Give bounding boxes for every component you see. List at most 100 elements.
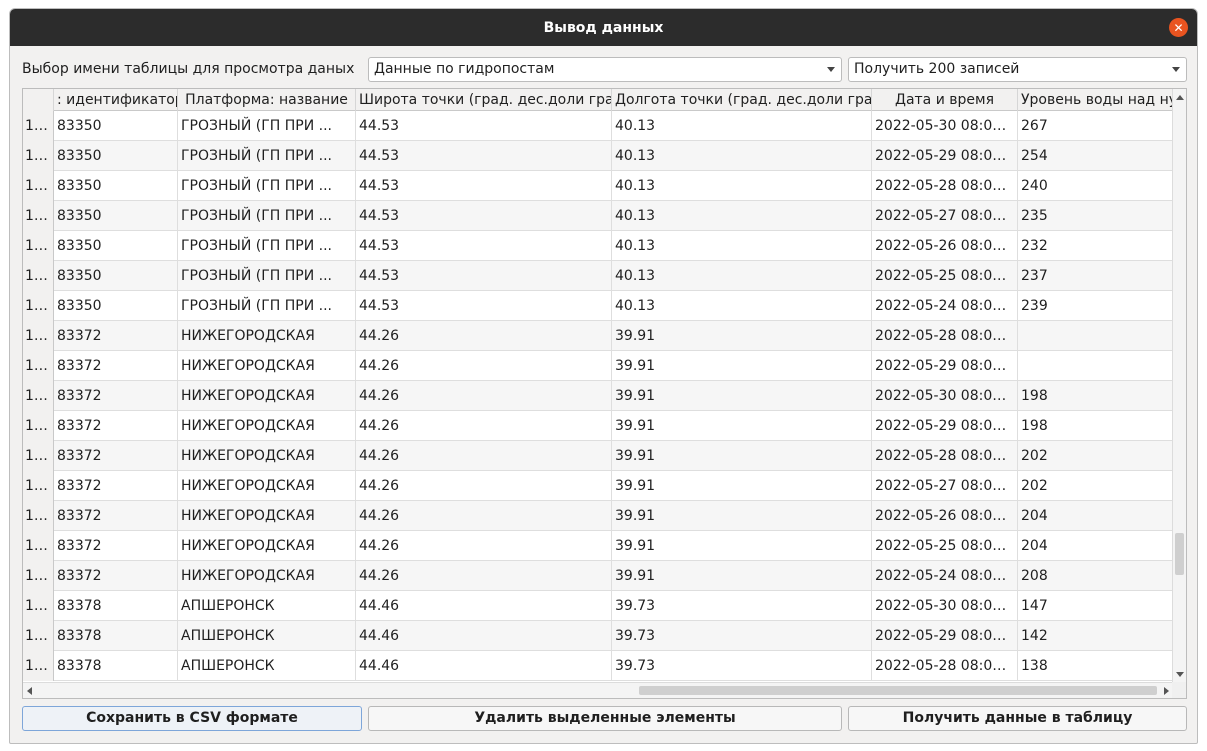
scroll-up-icon[interactable] — [1176, 95, 1184, 100]
table-cell[interactable]: 2022-05-26 08:00:00 — [872, 231, 1018, 261]
table-cell[interactable]: 40.13 — [612, 261, 872, 291]
header-corner[interactable] — [23, 89, 54, 111]
table-cell[interactable]: ГРОЗНЫЙ (ГП ПРИ ... — [178, 261, 356, 291]
table-cell[interactable]: 232 — [1018, 231, 1173, 261]
row-number[interactable]: 157 — [23, 291, 54, 321]
table-row[interactable]: 160 83372 НИЖЕГОРОДСКАЯ 44.26 39.91 2022-05-3… — [23, 381, 1173, 411]
table-cell[interactable]: 44.26 — [356, 381, 612, 411]
table-cell[interactable]: 2022-05-29 08:00:00 — [872, 411, 1018, 441]
table-cell[interactable]: 2022-05-24 08:00:00 — [872, 291, 1018, 321]
table-row[interactable]: 154 83350 ГРОЗНЫЙ (ГП ПРИ ... 44.53 40.13 202… — [23, 201, 1173, 231]
table-cell[interactable]: 44.26 — [356, 351, 612, 381]
table-cell[interactable]: 39.91 — [612, 351, 872, 381]
record-count-select[interactable]: Получить 200 записей — [848, 57, 1187, 82]
table-cell[interactable]: 44.26 — [356, 471, 612, 501]
table-cell[interactable]: 44.26 — [356, 501, 612, 531]
table-cell[interactable]: 44.53 — [356, 261, 612, 291]
table-cell[interactable]: 2022-05-26 08:00:00 — [872, 501, 1018, 531]
row-number[interactable]: 167 — [23, 591, 54, 621]
table-row[interactable]: 153 83350 ГРОЗНЫЙ (ГП ПРИ ... 44.53 40.13 202… — [23, 171, 1173, 201]
table-cell[interactable]: 83372 — [54, 441, 178, 471]
table-cell[interactable]: АПШЕРОНСК — [178, 621, 356, 651]
table-cell[interactable]: 39.91 — [612, 411, 872, 441]
horizontal-scroll-thumb[interactable] — [639, 686, 1157, 695]
table-cell[interactable]: НИЖЕГОРОДСКАЯ — [178, 351, 356, 381]
table-cell[interactable]: 40.13 — [612, 201, 872, 231]
table-row[interactable]: 163 83372 НИЖЕГОРОДСКАЯ 44.26 39.91 2022-05-2… — [23, 471, 1173, 501]
column-header[interactable]: Широта точки (град. дес.доли град) — [356, 89, 612, 111]
column-header[interactable]: : идентификатор — [54, 89, 178, 111]
table-cell[interactable]: 83350 — [54, 231, 178, 261]
table-cell[interactable]: 235 — [1018, 201, 1173, 231]
table-cell[interactable]: 44.46 — [356, 621, 612, 651]
fetch-data-button[interactable]: Получить данные в таблицу — [848, 706, 1187, 731]
row-number[interactable]: 165 — [23, 531, 54, 561]
table-cell[interactable]: НИЖЕГОРОДСКАЯ — [178, 501, 356, 531]
vertical-scrollbar[interactable] — [1172, 89, 1186, 683]
table-cell[interactable]: 83350 — [54, 111, 178, 141]
table-cell[interactable]: 44.26 — [356, 561, 612, 591]
table-row[interactable]: 165 83372 НИЖЕГОРОДСКАЯ 44.26 39.91 2022-05-2… — [23, 531, 1173, 561]
table-row[interactable]: 169 83378 АПШЕРОНСК 44.46 39.73 2022-05-28 08… — [23, 651, 1173, 681]
table-cell[interactable]: 40.13 — [612, 291, 872, 321]
table-cell[interactable]: 2022-05-29 08:00:00 — [872, 141, 1018, 171]
row-number[interactable]: 151 — [23, 111, 54, 141]
table-cell[interactable]: 2022-05-27 08:00:00 — [872, 471, 1018, 501]
table-cell[interactable]: 83378 — [54, 621, 178, 651]
table-row[interactable]: 168 83378 АПШЕРОНСК 44.46 39.73 2022-05-29 08… — [23, 621, 1173, 651]
table-cell[interactable]: 83378 — [54, 591, 178, 621]
table-cell[interactable]: 83372 — [54, 411, 178, 441]
row-number[interactable]: 163 — [23, 471, 54, 501]
table-cell[interactable]: 39.91 — [612, 471, 872, 501]
row-number[interactable]: 152 — [23, 141, 54, 171]
table-cell[interactable]: 83350 — [54, 261, 178, 291]
table-row[interactable]: 164 83372 НИЖЕГОРОДСКАЯ 44.26 39.91 2022-05-2… — [23, 501, 1173, 531]
row-number[interactable]: 166 — [23, 561, 54, 591]
table-cell[interactable]: ГРОЗНЫЙ (ГП ПРИ ... — [178, 231, 356, 261]
row-number[interactable]: 155 — [23, 231, 54, 261]
table-cell[interactable]: 44.53 — [356, 231, 612, 261]
table-cell[interactable]: 2022-05-30 08:00:00 — [872, 381, 1018, 411]
table-cell[interactable]: 83372 — [54, 321, 178, 351]
table-cell[interactable]: 83350 — [54, 171, 178, 201]
horizontal-scrollbar[interactable] — [23, 682, 1173, 698]
table-cell[interactable]: 2022-05-28 08:00:00 — [872, 171, 1018, 201]
table-cell[interactable]: 204 — [1018, 501, 1173, 531]
table-cell[interactable]: 267 — [1018, 111, 1173, 141]
table-cell[interactable]: 83372 — [54, 351, 178, 381]
table-cell[interactable]: 204 — [1018, 531, 1173, 561]
table-cell[interactable]: 44.53 — [356, 141, 612, 171]
table-cell[interactable]: 2022-05-27 08:00:00 — [872, 201, 1018, 231]
table-cell[interactable]: 83372 — [54, 531, 178, 561]
row-number[interactable]: 164 — [23, 501, 54, 531]
table-row[interactable]: 152 83350 ГРОЗНЫЙ (ГП ПРИ ... 44.53 40.13 202… — [23, 141, 1173, 171]
data-table[interactable]: : идентификатор Платформа: название Широта… — [22, 88, 1187, 699]
column-header[interactable]: Уровень воды над нуле — [1018, 89, 1173, 111]
table-cell[interactable]: 83372 — [54, 561, 178, 591]
table-cell[interactable]: 39.91 — [612, 381, 872, 411]
table-cell[interactable]: 44.53 — [356, 291, 612, 321]
table-cell[interactable]: 44.26 — [356, 411, 612, 441]
table-cell[interactable]: 2022-05-30 08:00:00 — [872, 111, 1018, 141]
table-cell[interactable]: 202 — [1018, 471, 1173, 501]
table-cell[interactable]: 208 — [1018, 561, 1173, 591]
table-cell[interactable]: 202 — [1018, 441, 1173, 471]
table-cell[interactable]: ГРОЗНЫЙ (ГП ПРИ ... — [178, 141, 356, 171]
table-cell[interactable]: 39.91 — [612, 441, 872, 471]
row-number[interactable]: 160 — [23, 381, 54, 411]
table-cell[interactable]: 83378 — [54, 651, 178, 681]
table-cell[interactable]: 44.53 — [356, 111, 612, 141]
table-cell[interactable]: 2022-05-29 08:00:00 — [872, 621, 1018, 651]
table-cell[interactable]: 40.13 — [612, 141, 872, 171]
table-cell[interactable]: 83350 — [54, 201, 178, 231]
column-header[interactable]: Платформа: название — [178, 89, 356, 111]
table-cell[interactable]: 142 — [1018, 621, 1173, 651]
table-cell[interactable]: 198 — [1018, 411, 1173, 441]
table-cell[interactable]: 83372 — [54, 381, 178, 411]
table-cell[interactable]: ГРОЗНЫЙ (ГП ПРИ ... — [178, 201, 356, 231]
table-row[interactable]: 159 83372 НИЖЕГОРОДСКАЯ 44.26 39.91 2022-05-2… — [23, 351, 1173, 381]
table-cell[interactable]: 44.26 — [356, 441, 612, 471]
table-cell[interactable]: АПШЕРОНСК — [178, 591, 356, 621]
table-cell[interactable]: 39.91 — [612, 531, 872, 561]
table-row[interactable]: 156 83350 ГРОЗНЫЙ (ГП ПРИ ... 44.53 40.13 202… — [23, 261, 1173, 291]
